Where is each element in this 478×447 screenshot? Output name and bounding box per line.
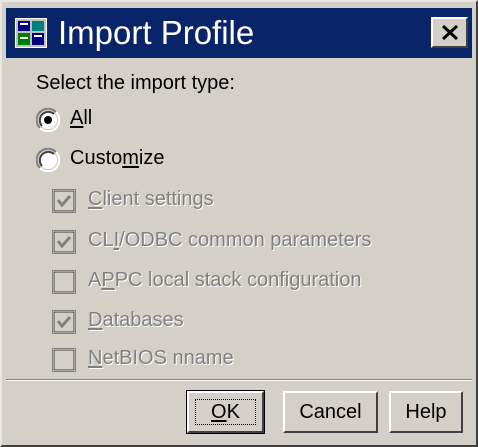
import-type-prompt: Select the import type: — [36, 72, 235, 94]
close-button[interactable] — [431, 17, 468, 48]
checkbox-appc-stack-label: APPC local stack configuration — [88, 269, 362, 291]
checkbox-client-settings-label: Client settings — [88, 188, 214, 210]
checkbox-unchecked-disabled-icon — [52, 270, 76, 294]
radio-customize-label: Customize — [70, 147, 165, 169]
radio-all-label: All — [70, 107, 93, 129]
checkbox-checked-disabled-icon — [52, 310, 76, 334]
checkbox-checked-disabled-icon — [52, 189, 76, 213]
radio-selected-icon — [36, 108, 60, 132]
help-button[interactable]: Help — [389, 391, 463, 433]
radio-unselected-icon — [36, 148, 60, 172]
checkbox-cli-odbc-label: CLI/ODBC common parameters — [88, 229, 372, 251]
cancel-button[interactable]: Cancel — [283, 391, 378, 433]
button-separator — [6, 379, 472, 381]
checkbox-netbios-nname-label: NetBIOS nname — [88, 347, 234, 369]
import-profile-dialog: Import Profile Select the import type: A… — [0, 0, 478, 447]
checkbox-databases-label: Databases — [88, 309, 184, 331]
window-title: Import Profile — [58, 14, 255, 51]
close-icon — [442, 25, 458, 40]
checkbox-unchecked-disabled-icon — [52, 348, 76, 372]
title-bar[interactable]: Import Profile — [6, 8, 472, 58]
checkbox-checked-disabled-icon — [52, 230, 76, 254]
ok-button[interactable]: OK — [186, 390, 265, 434]
ok-mnemonic: O — [211, 401, 227, 423]
import-profile-app-icon — [15, 18, 47, 48]
ok-label: K — [226, 401, 240, 423]
